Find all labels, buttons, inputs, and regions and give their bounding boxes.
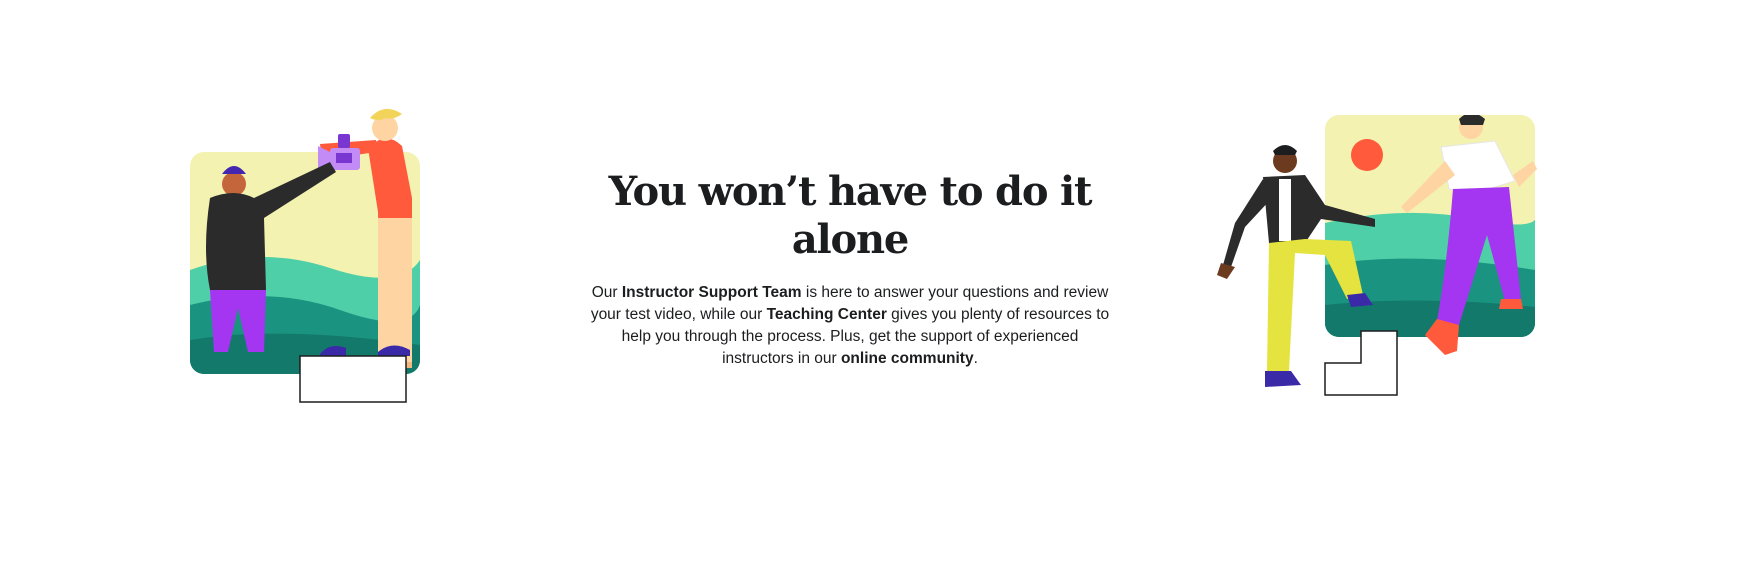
- support-section: You won’t have to do it alone Our Instru…: [560, 168, 1140, 370]
- section-paragraph: Our Instructor Support Team is here to a…: [585, 282, 1115, 370]
- videographer-illustration: [180, 100, 480, 450]
- teaching-center-highlight: Teaching Center: [766, 306, 887, 323]
- instructor-support-team-highlight: Instructor Support Team: [621, 284, 802, 301]
- paragraph-text-1: Our: [591, 284, 622, 301]
- stairs-helping-hand-illustration: [1175, 113, 1555, 450]
- online-community-highlight: online community: [840, 350, 974, 367]
- section-heading: You won’t have to do it alone: [608, 168, 1093, 263]
- paragraph-text-4: .: [973, 350, 978, 367]
